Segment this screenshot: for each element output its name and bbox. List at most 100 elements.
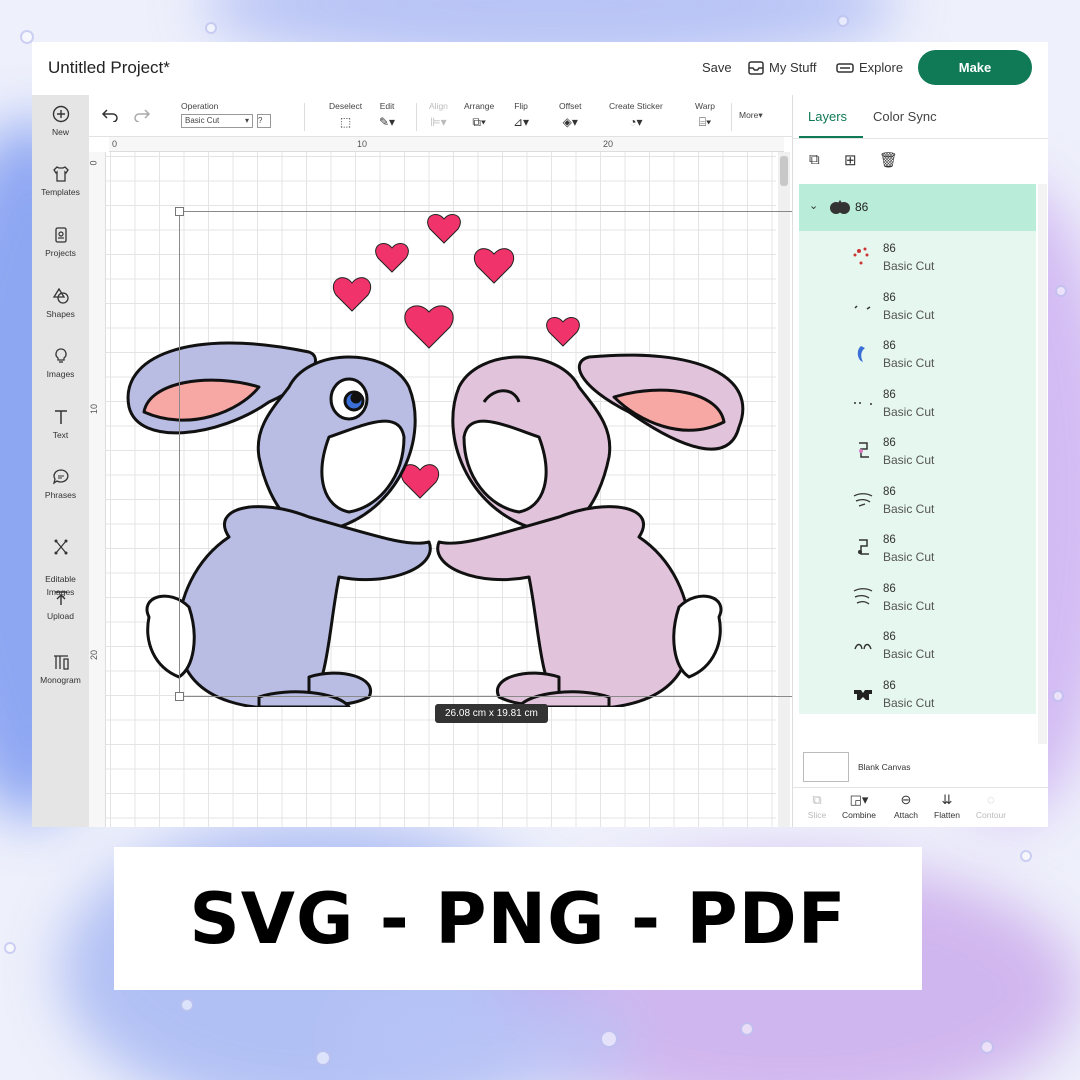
operation-label: Operation: [181, 101, 219, 111]
tab-color-sync[interactable]: Color Sync: [873, 109, 937, 124]
left-rail: New Templates Projects Shapes Images Tex…: [32, 95, 89, 827]
offset-button[interactable]: Offset ◈▾: [559, 101, 582, 129]
sticker-icon: ◔▾: [629, 115, 643, 129]
tab-layers[interactable]: Layers: [808, 109, 847, 124]
rail-item-new[interactable]: New: [32, 105, 89, 137]
layer-row[interactable]: 86 Basic Cut: [799, 477, 1036, 525]
help-button[interactable]: ?: [257, 114, 271, 128]
rail-label: Text: [52, 430, 69, 440]
more-label: More: [739, 110, 759, 120]
attach-button[interactable]: ⊖ Attach: [884, 792, 928, 820]
flatten-button[interactable]: ⇊ Flatten: [925, 792, 969, 820]
rail-item-text[interactable]: Text: [32, 408, 89, 440]
layer-row[interactable]: 86 Basic Cut: [799, 671, 1036, 719]
rail-label: Shapes: [46, 309, 75, 319]
flip-button[interactable]: Flip ⊿▾: [513, 101, 529, 129]
chevron-down-icon[interactable]: ⌄: [809, 199, 818, 212]
operation-select[interactable]: Basic Cut ▾: [181, 114, 253, 128]
layer-row[interactable]: 86 Basic Cut: [799, 428, 1036, 476]
feet-thumbnail-icon: [854, 643, 872, 650]
monogram-icon: [53, 655, 69, 670]
rail-item-projects[interactable]: Projects: [32, 226, 89, 258]
undo-button[interactable]: [101, 108, 119, 124]
rail-item-upload[interactable]: Upload: [32, 589, 89, 621]
edit-button[interactable]: Edit ✎▾: [379, 101, 395, 129]
layer-name: 86: [883, 340, 896, 352]
rail-item-templates[interactable]: Templates: [32, 165, 89, 197]
layer-name: 86: [883, 292, 896, 304]
rail-item-monogram[interactable]: Monogram: [32, 653, 89, 685]
ruler-tick: 20: [89, 649, 100, 661]
warp-button[interactable]: Warp ⌸▾: [695, 101, 715, 130]
layer-row[interactable]: 86 Basic Cut: [799, 622, 1036, 670]
bunny-part-thumbnail-icon: [859, 442, 869, 458]
resize-handle-bottom-left[interactable]: [175, 692, 184, 701]
blank-canvas-label: Blank Canvas: [858, 762, 911, 772]
rail-item-editable-images[interactable]: Editable Images: [32, 525, 89, 599]
top-bar: Untitled Project* Save My Stuff Explore …: [32, 42, 1048, 95]
layer-operation: Basic Cut: [883, 308, 935, 322]
resize-handle-top-left[interactable]: [175, 207, 184, 216]
more-button[interactable]: More▾: [739, 110, 763, 121]
combine-icon: ◲▾: [849, 792, 869, 807]
layer-name: 86: [883, 389, 896, 401]
redo-icon: [134, 109, 151, 123]
align-button[interactable]: Align ⊫▾: [429, 101, 448, 129]
layer-name: 86: [883, 534, 896, 546]
rail-label: Upload: [47, 611, 74, 621]
layer-operation: Basic Cut: [883, 599, 935, 613]
ruler-tick: 10: [357, 139, 368, 149]
inbox-icon: [748, 60, 764, 75]
edit-label: Edit: [379, 101, 395, 111]
offset-icon: ◈▾: [562, 115, 578, 129]
group-name: 86: [855, 200, 869, 214]
layer-row[interactable]: 86 Basic Cut: [799, 380, 1036, 428]
layers-list: ⌄ 86 86 Basic Cut 86 Basic Cut 86 Basic …: [799, 184, 1036, 714]
projects-icon: [54, 227, 67, 243]
layer-row[interactable]: 86 Basic Cut: [799, 234, 1036, 282]
contour-icon: ◌: [987, 792, 995, 807]
redo-button[interactable]: [133, 108, 151, 124]
make-button[interactable]: Make: [918, 50, 1032, 85]
canvas-area[interactable]: 0 10 20 0 10 20 26.08 cm x 19.81 cm: [89, 137, 792, 827]
explore-link[interactable]: Explore: [836, 60, 903, 75]
layer-name: 86: [883, 486, 896, 498]
project-title[interactable]: Untitled Project*: [48, 58, 170, 78]
duplicate-icon[interactable]: ⊞: [844, 151, 857, 169]
group-icon[interactable]: ⧉: [809, 151, 820, 168]
operation-value: Basic Cut: [185, 116, 220, 125]
layer-row[interactable]: 86 Basic Cut: [799, 331, 1036, 379]
layer-group-row[interactable]: ⌄ 86: [799, 184, 1036, 231]
arrange-button[interactable]: Arrange ⧉▾: [464, 101, 494, 130]
my-stuff-label: My Stuff: [769, 60, 817, 75]
create-sticker-button[interactable]: Create Sticker ◔▾: [609, 101, 663, 129]
save-label: Save: [702, 60, 732, 75]
flip-icon: ⊿▾: [513, 115, 530, 129]
trash-icon[interactable]: 🗑: [879, 151, 898, 169]
layer-row[interactable]: 86 Basic Cut: [799, 525, 1036, 573]
rail-item-phrases[interactable]: Phrases: [32, 468, 89, 500]
contour-button[interactable]: ◌ Contour: [969, 792, 1013, 820]
canvas-scroll-thumb[interactable]: [780, 156, 788, 186]
outline-thumbnail-icon: [853, 588, 873, 605]
warp-label: Warp: [695, 101, 715, 111]
rail-item-images[interactable]: Images: [32, 347, 89, 379]
editable-images-icon: [54, 539, 67, 555]
flatten-label: Flatten: [934, 810, 960, 820]
layer-row[interactable]: 86 Basic Cut: [799, 283, 1036, 331]
eye-thumbnail-icon: [857, 346, 865, 362]
ruler-top: 0 10 20: [109, 137, 784, 152]
blank-canvas-swatch[interactable]: [803, 752, 849, 782]
layer-operation: Basic Cut: [883, 696, 935, 710]
layers-scrollbar[interactable]: [1038, 184, 1047, 744]
slice-button[interactable]: ⧉ Slice: [795, 792, 839, 820]
selection-box[interactable]: [175, 207, 792, 701]
layer-name: 86: [883, 680, 896, 692]
combine-button[interactable]: ◲▾ Combine: [837, 792, 881, 820]
layer-row[interactable]: 86 Basic Cut: [799, 574, 1036, 622]
save-link[interactable]: Save: [702, 60, 732, 75]
machine-icon: [836, 62, 854, 73]
deselect-button[interactable]: Deselect ⬚: [329, 101, 362, 129]
rail-item-shapes[interactable]: Shapes: [32, 287, 89, 319]
my-stuff-link[interactable]: My Stuff: [748, 60, 816, 75]
